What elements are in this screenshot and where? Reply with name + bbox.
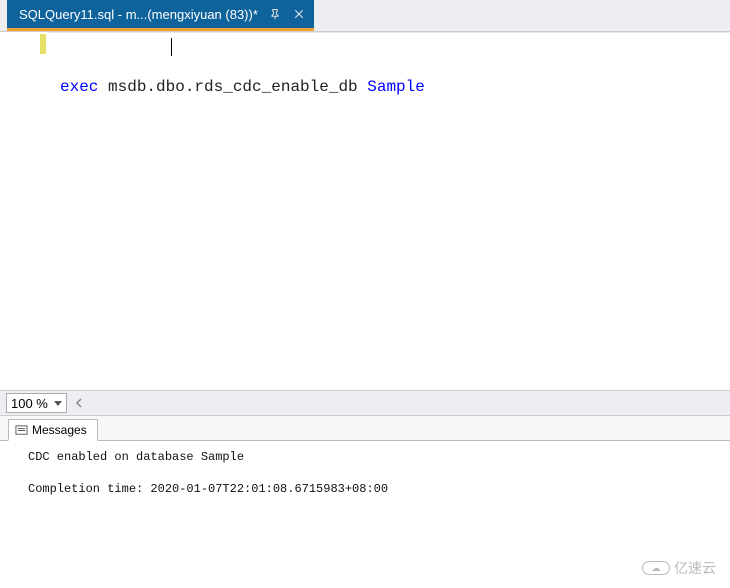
sql-param: Sample bbox=[367, 78, 425, 96]
sql-object: msdb.dbo.rds_cdc_enable_db bbox=[98, 78, 367, 96]
code-area[interactable]: exec msdb.dbo.rds_cdc_enable_db Sample bbox=[48, 32, 730, 390]
pin-icon[interactable] bbox=[268, 7, 282, 21]
close-icon[interactable] bbox=[292, 7, 306, 21]
active-tab[interactable]: SQLQuery11.sql - m...(mengxiyuan (83))* bbox=[7, 0, 314, 31]
text-caret bbox=[171, 38, 172, 56]
messages-icon bbox=[15, 424, 28, 437]
zoom-value: 100 % bbox=[11, 396, 48, 411]
message-line-3: Completion time: 2020-01-07T22:01:08.671… bbox=[28, 482, 388, 496]
code-line-1: exec msdb.dbo.rds_cdc_enable_db Sample bbox=[60, 77, 718, 97]
watermark: ☁ 亿速云 bbox=[642, 558, 716, 578]
zoom-select[interactable]: 100 % bbox=[6, 393, 67, 413]
tab-messages[interactable]: Messages bbox=[8, 419, 98, 441]
watermark-text: 亿速云 bbox=[674, 558, 716, 578]
results-tab-strip: Messages bbox=[0, 416, 730, 441]
change-mark bbox=[40, 34, 46, 54]
messages-pane[interactable]: CDC enabled on database Sample Completio… bbox=[0, 441, 730, 587]
chevron-down-icon bbox=[54, 401, 62, 406]
message-line-1: CDC enabled on database Sample bbox=[28, 450, 244, 464]
cloud-icon: ☁ bbox=[642, 561, 670, 575]
sql-keyword: exec bbox=[60, 78, 98, 96]
editor-gutter bbox=[0, 32, 40, 390]
change-indicator-bar bbox=[40, 32, 48, 390]
messages-tab-label: Messages bbox=[32, 423, 87, 437]
tab-bar: SQLQuery11.sql - m...(mengxiyuan (83))* bbox=[0, 0, 730, 32]
sql-editor[interactable]: exec msdb.dbo.rds_cdc_enable_db Sample bbox=[0, 32, 730, 390]
scroll-left-icon[interactable] bbox=[71, 395, 87, 411]
zoom-bar: 100 % bbox=[0, 390, 730, 416]
tab-title: SQLQuery11.sql - m...(mengxiyuan (83))* bbox=[19, 7, 258, 22]
